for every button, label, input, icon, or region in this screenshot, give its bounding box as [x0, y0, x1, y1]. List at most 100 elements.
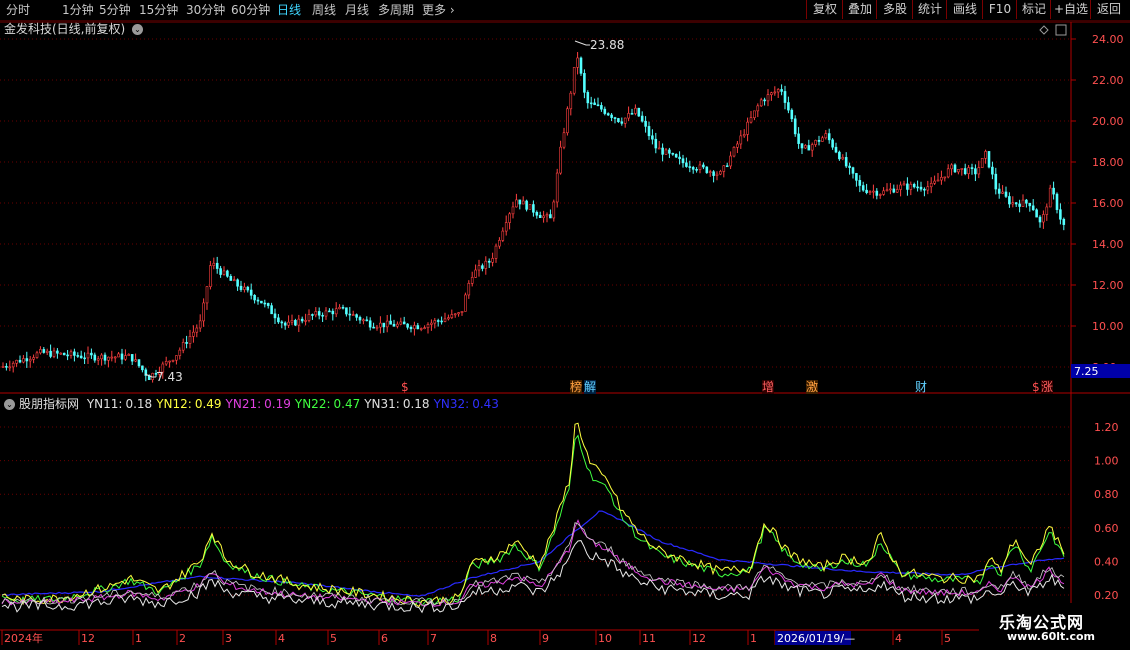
candle-body	[892, 188, 896, 193]
candle-body	[902, 183, 906, 186]
candle-body	[372, 326, 375, 329]
candle-body	[263, 302, 267, 305]
indicator-name[interactable]: 股朋指标网	[19, 397, 79, 411]
candle-body	[838, 151, 841, 160]
date-label: 3	[225, 632, 232, 645]
candle-body	[562, 132, 566, 148]
candle-body	[385, 320, 389, 328]
candle-body	[1011, 202, 1015, 205]
candle-body	[715, 173, 719, 176]
candle-body	[450, 314, 454, 318]
candle-body	[773, 91, 777, 94]
candle-body	[926, 186, 930, 191]
candle-body	[865, 189, 868, 193]
candle-body	[793, 118, 797, 135]
candle-body	[702, 164, 705, 168]
candle-body	[583, 73, 586, 93]
candle-body	[49, 350, 52, 357]
candle-body	[770, 92, 773, 95]
candle-body	[209, 265, 212, 287]
event-marker-dollar[interactable]: $	[401, 380, 409, 394]
candle-body	[1018, 203, 1021, 207]
event-marker-dollar-2[interactable]: $	[1032, 380, 1040, 394]
current-price-tag: 7.25	[1074, 365, 1099, 378]
candle-body	[617, 118, 620, 123]
candle-body	[637, 107, 641, 117]
candle-body	[277, 317, 280, 323]
candle-body	[647, 126, 651, 137]
candle-body	[919, 186, 923, 190]
indicator-label: YN12:	[156, 397, 192, 411]
date-label: 11	[642, 632, 656, 645]
date-label: 2	[179, 632, 186, 645]
candle-body	[498, 240, 501, 247]
candle-body	[481, 265, 484, 269]
candle-body	[695, 169, 698, 171]
candle-body	[542, 215, 545, 218]
candle-body	[753, 110, 756, 118]
event-marker-incentive[interactable]: 激	[806, 380, 819, 394]
yn32-line	[1, 510, 1065, 597]
candle-body	[249, 289, 253, 296]
candle-body	[906, 183, 909, 190]
chevron-down-icon[interactable]: ⌄	[4, 399, 15, 410]
candle-body	[164, 361, 168, 365]
event-marker-unlock[interactable]: 解	[584, 380, 597, 394]
indicator-tick-label: 0.20	[1094, 589, 1119, 602]
candle-body	[1055, 193, 1059, 210]
candle-body	[943, 176, 947, 179]
candle-body	[321, 314, 324, 317]
candle-body	[222, 270, 226, 275]
indicator-axis: 1.20 1.00 0.80 0.60 0.40 0.20	[1094, 421, 1119, 602]
candle-body	[117, 353, 120, 358]
candle-body	[878, 194, 882, 196]
event-marker-finance[interactable]: 财	[915, 380, 927, 394]
event-marker-rank[interactable]: 榜	[570, 380, 583, 394]
candle-body	[970, 167, 974, 169]
indicator-number: 0.18	[125, 397, 153, 411]
candle-body	[328, 310, 331, 313]
candle-body	[851, 167, 855, 174]
yn12-line	[1, 422, 1065, 608]
candle-body	[511, 206, 515, 215]
event-marker-increase[interactable]: 增	[762, 380, 775, 394]
candle-body	[644, 120, 647, 127]
chevron-down-icon[interactable]: ⌄	[132, 24, 144, 35]
candle-body	[552, 201, 556, 219]
candle-body	[171, 359, 175, 362]
watermark-url: www.60lt.com	[1007, 630, 1096, 643]
diamond-icon[interactable]	[1039, 25, 1049, 35]
candle-body	[875, 190, 879, 196]
grid-lines	[0, 38, 1071, 596]
candle-body	[719, 171, 722, 175]
candle-body	[691, 167, 695, 170]
candle-body	[311, 314, 314, 316]
candle-body	[678, 156, 681, 160]
candle-body	[375, 326, 379, 329]
candle-body	[15, 359, 18, 364]
candle-body	[528, 204, 532, 210]
candle-body	[59, 352, 63, 355]
date-label: 1	[135, 632, 142, 645]
candle-body	[974, 168, 977, 175]
date-label: 10	[598, 632, 612, 645]
chart-canvas[interactable]: 24.00 22.00 20.00 18.00 16.00 14.00 12.00 10.00…	[0, 0, 1130, 650]
candle-body	[324, 310, 328, 317]
candle-body	[28, 358, 32, 362]
candle-body	[756, 105, 760, 112]
candle-body	[868, 191, 872, 193]
candle-body	[181, 342, 185, 351]
candle-body	[855, 173, 858, 181]
price-tick-label: 10.00	[1092, 320, 1124, 333]
candle-body	[681, 158, 685, 164]
candle-body	[960, 168, 964, 170]
candle-body	[130, 354, 134, 362]
indicator-number: 0.18	[402, 397, 430, 411]
candle-body	[392, 323, 396, 327]
candle-body	[379, 322, 382, 328]
candle-body	[1004, 191, 1008, 197]
event-marker-limit-up[interactable]: 涨	[1041, 380, 1054, 394]
candle-body	[314, 311, 318, 316]
candle-body	[804, 145, 807, 149]
price-tick-label: 24.00	[1092, 33, 1124, 46]
